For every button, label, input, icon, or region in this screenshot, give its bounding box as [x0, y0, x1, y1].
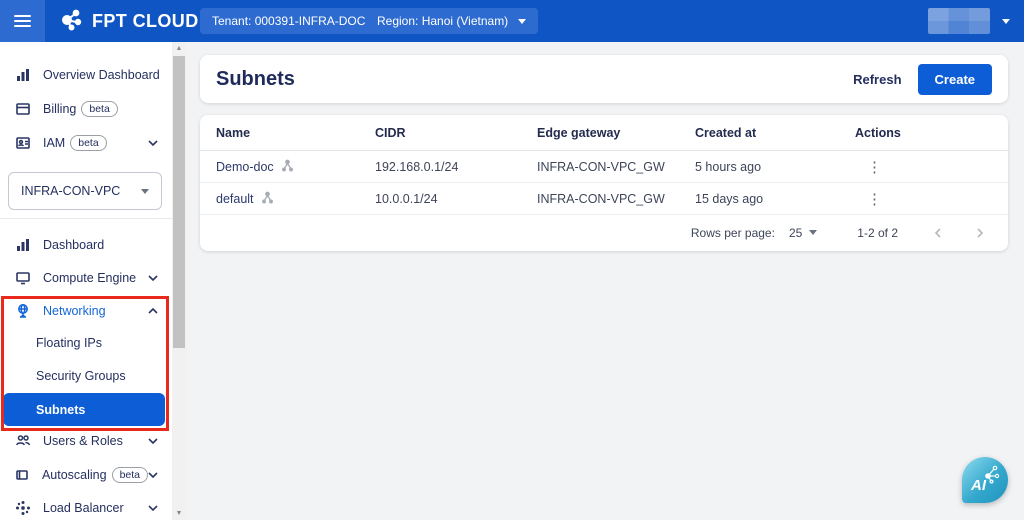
sidebar-label: Security Groups: [36, 369, 126, 383]
table-header-row: Name CIDR Edge gateway Created at Action…: [200, 115, 1008, 151]
molecule-logo-icon: [59, 7, 85, 36]
monitor-icon: [14, 269, 32, 287]
create-button[interactable]: Create: [918, 64, 992, 95]
sidebar-item-security-groups[interactable]: Security Groups: [0, 361, 172, 391]
column-header-actions: Actions: [855, 126, 1008, 140]
chevron-down-icon: [148, 472, 158, 478]
sidebar-item-load-balancer[interactable]: Load Balancer: [0, 493, 172, 520]
main-content: Subnets Refresh Create Name CIDR Edge ga…: [186, 42, 1024, 520]
billing-icon: [14, 100, 32, 118]
user-menu[interactable]: [928, 8, 1010, 34]
tenant-label: Tenant: 000391-INFRA-DOC: [212, 14, 365, 28]
load-balancer-hub-icon: [14, 499, 32, 517]
ai-assistant-button[interactable]: AI: [962, 457, 1008, 503]
column-header-created-at: Created at: [695, 126, 855, 140]
beta-badge: beta: [70, 135, 106, 151]
sidebar-label: Users & Roles: [43, 434, 123, 448]
beta-badge: beta: [112, 467, 148, 483]
scrollbar-thumb[interactable]: [173, 56, 185, 348]
beta-badge: beta: [81, 101, 117, 117]
previous-page-icon[interactable]: [932, 227, 944, 239]
sidebar: Overview Dashboard Billing beta IAM beta…: [0, 42, 172, 520]
sidebar-label: Load Balancer: [43, 501, 124, 515]
table-row[interactable]: default 10.0.0.1/24 INFRA-CON-VPC_GW 15 …: [200, 183, 1008, 215]
fpt-cloud-logo[interactable]: FPT CLOUD: [59, 7, 199, 36]
iam-badge-icon: [14, 134, 32, 152]
sidebar-label: Billing: [43, 102, 76, 116]
subnet-cidr: 192.168.0.1/24: [375, 160, 537, 174]
rows-per-page-value: 25: [789, 226, 802, 240]
scroll-down-arrow-icon[interactable]: ▼: [172, 507, 186, 520]
pagination-range: 1-2 of 2: [857, 226, 898, 240]
scroll-up-arrow-icon[interactable]: ▲: [172, 42, 186, 55]
molecule-icon: [980, 463, 1002, 490]
top-header: FPT CLOUD Tenant: 000391-INFRA-DOC Regio…: [0, 0, 1024, 42]
column-header-edge-gateway: Edge gateway: [537, 126, 695, 140]
caret-down-icon: [141, 189, 149, 194]
topology-icon: [281, 159, 294, 175]
sidebar-item-users-roles[interactable]: Users & Roles: [0, 426, 172, 456]
subnets-table-card: Name CIDR Edge gateway Created at Action…: [200, 115, 1008, 251]
sidebar-item-subnets-selected[interactable]: Subnets: [3, 393, 165, 426]
subnet-edge-gateway: INFRA-CON-VPC_GW: [537, 160, 695, 174]
chevron-down-icon: [148, 505, 158, 511]
caret-down-icon: [518, 19, 526, 24]
vpc-select-value: INFRA-CON-VPC: [21, 184, 120, 198]
hamburger-menu-icon[interactable]: [0, 0, 45, 42]
sidebar-label: Dashboard: [43, 238, 104, 252]
sidebar-item-autoscaling[interactable]: Autoscaling beta: [0, 460, 172, 490]
sidebar-item-floating-ips[interactable]: Floating IPs: [0, 328, 172, 358]
chevron-up-icon: [148, 308, 158, 314]
subnet-created-at: 15 days ago: [695, 192, 855, 206]
region-dropdown[interactable]: Region: Hanoi (Vietnam): [365, 8, 538, 34]
bar-chart-icon: [14, 236, 32, 254]
table-row[interactable]: Demo-doc 192.168.0.1/24 INFRA-CON-VPC_GW…: [200, 151, 1008, 183]
rows-per-page-select[interactable]: 25: [789, 226, 817, 240]
networking-globe-icon: [14, 302, 32, 320]
topology-icon: [261, 191, 274, 207]
sidebar-label: Compute Engine: [43, 271, 136, 285]
sidebar-item-overview-dashboard[interactable]: Overview Dashboard: [0, 60, 172, 90]
chevron-down-icon: [148, 140, 158, 146]
region-label: Region: Hanoi (Vietnam): [377, 14, 508, 28]
sidebar-label: IAM: [43, 136, 65, 150]
sidebar-item-iam[interactable]: IAM beta: [0, 128, 172, 158]
row-actions-kebab-icon[interactable]: ⋮: [861, 158, 888, 176]
column-header-cidr: CIDR: [375, 126, 537, 140]
subnet-created-at: 5 hours ago: [695, 160, 855, 174]
rows-per-page-label: Rows per page:: [691, 226, 775, 240]
caret-down-icon: [1002, 19, 1010, 24]
bar-chart-icon: [14, 66, 32, 84]
refresh-button[interactable]: Refresh: [853, 72, 901, 87]
sidebar-item-dashboard[interactable]: Dashboard: [0, 230, 172, 260]
sidebar-label: Subnets: [36, 403, 85, 417]
vpc-select[interactable]: INFRA-CON-VPC: [8, 172, 162, 210]
column-header-name: Name: [216, 126, 375, 140]
subnet-name-link[interactable]: default: [216, 192, 254, 206]
subnet-name-link[interactable]: Demo-doc: [216, 160, 274, 174]
sidebar-scrollbar[interactable]: ▲ ▼: [172, 42, 186, 520]
autoscaling-icon: [14, 466, 31, 484]
sidebar-item-billing[interactable]: Billing beta: [0, 94, 172, 124]
sidebar-label: Floating IPs: [36, 336, 102, 350]
subnet-edge-gateway: INFRA-CON-VPC_GW: [537, 192, 695, 206]
users-icon: [14, 432, 32, 450]
chevron-down-icon: [148, 275, 158, 281]
next-page-icon[interactable]: [974, 227, 986, 239]
subnet-cidr: 10.0.0.1/24: [375, 192, 537, 206]
caret-down-icon: [809, 230, 817, 235]
sidebar-label: Networking: [43, 304, 106, 318]
page-header-card: Subnets Refresh Create: [200, 55, 1008, 103]
sidebar-label: Autoscaling: [42, 468, 107, 482]
sidebar-item-compute-engine[interactable]: Compute Engine: [0, 263, 172, 293]
sidebar-item-networking[interactable]: Networking: [0, 296, 172, 326]
sidebar-label: Overview Dashboard: [43, 68, 160, 82]
page-title: Subnets: [216, 68, 295, 91]
pagination-bar: Rows per page: 25 1-2 of 2: [200, 215, 1008, 250]
logo-text: FPT CLOUD: [92, 11, 199, 32]
chevron-down-icon: [148, 438, 158, 444]
divider: [0, 218, 172, 219]
row-actions-kebab-icon[interactable]: ⋮: [861, 190, 888, 208]
user-name-redacted: [928, 8, 990, 34]
